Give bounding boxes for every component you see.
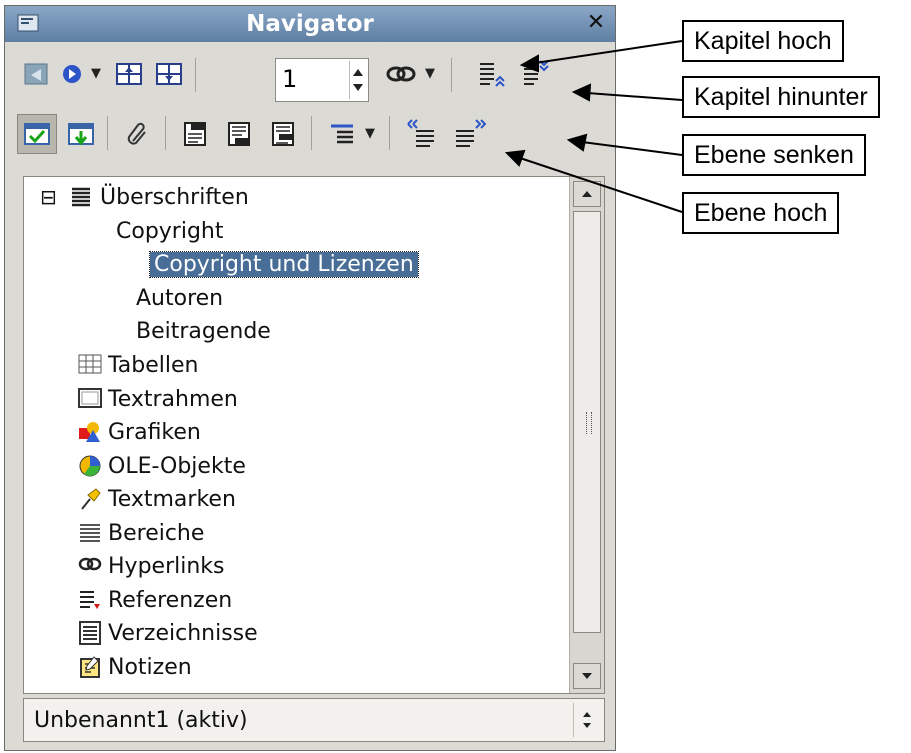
callout-ebene-hoch: Ebene hoch (682, 192, 840, 234)
callout-kapitel-hinunter: Kapitel hinunter (682, 76, 880, 118)
callout-ebene-senken: Ebene senken (682, 134, 866, 176)
callout-kapitel-hoch: Kapitel hoch (682, 20, 844, 62)
